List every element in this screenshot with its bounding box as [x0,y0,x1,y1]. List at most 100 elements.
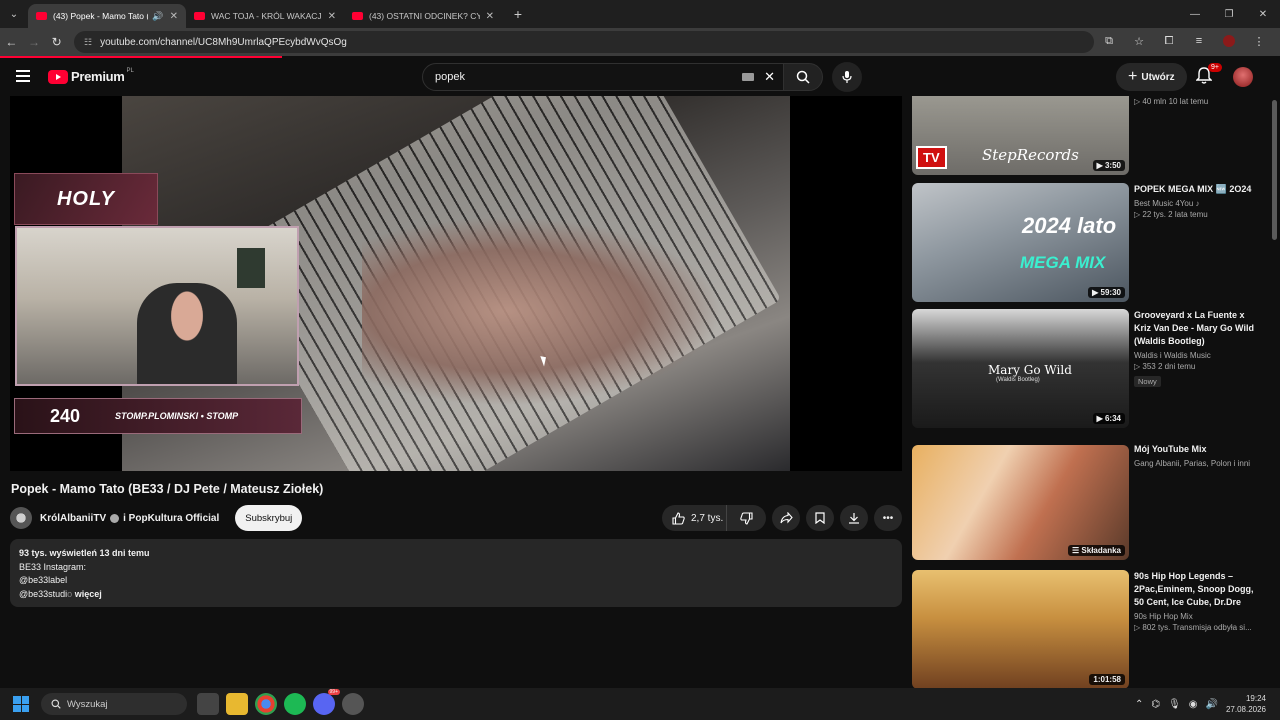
tab-1[interactable]: (43) Popek - Mamo Tato (B 🔊 ✕ [28,4,186,28]
recommendation-info: 90s Hip Hop Legends – 2Pac,Eminem, Snoop… [1134,570,1264,632]
description-line: BE33 Instagram: [19,561,87,572]
chrome-icon[interactable] [255,693,277,715]
extensions-icon[interactable]: ⧠ [1154,35,1184,50]
reload-icon[interactable]: ↻ [45,35,68,49]
create-button[interactable]: + Utwórz [1116,63,1187,91]
volume-icon[interactable]: 🔊 [1206,699,1218,710]
video-title[interactable]: POPEK MEGA MIX 🆕 2O24 [1134,183,1264,196]
close-tab-icon[interactable]: ✕ [170,11,178,22]
more-icon: ••• [882,512,894,524]
clear-search-icon[interactable]: ✕ [764,69,775,85]
youtube-header: Premium PL popek ✕ + Utwórz 9+ [0,58,1280,96]
video-meta: ▷ 22 tys. 2 lata temu [1134,210,1208,219]
video-thumbnail[interactable]: 2024 lato MEGA MIX ▶ 59:30 [912,183,1129,302]
view-stats: 93 tys. wyświetleń 13 dni temu [19,548,150,558]
video-meta: ▷ 802 tys. Transmisja odbyła si... [1134,623,1252,632]
windows-start-icon[interactable] [13,696,29,712]
video-title[interactable]: 90s Hip Hop Legends – 2Pac,Eminem, Snoop… [1134,570,1264,609]
channel-name[interactable]: 90s Hip Hop Mix [1134,612,1264,621]
audio-icon[interactable]: 🔊 [152,11,163,22]
url-field[interactable]: ☷ youtube.com/channel/UC8Mh9UmrlaQPEcybd… [74,31,1095,53]
more-actions-button[interactable]: ••• [874,505,902,531]
like-count: 2,7 tys. [691,512,724,524]
video-player[interactable]: HOLY 240 STOMP.PLOMINSKI • STOMP [10,96,902,471]
music-note-icon: ♪ [1195,199,1200,208]
back-icon[interactable]: ← [0,35,23,49]
new-tab-button[interactable]: + [508,6,528,22]
thumbnail-subtext: (Waldis Bootleg) [996,377,1040,383]
menu-icon[interactable] [16,70,30,85]
save-button[interactable] [806,505,834,531]
discord-icon[interactable]: 99+ [313,689,340,715]
webcam-overlay [15,226,299,386]
video-title[interactable]: Grooveyard x La Fuente x Kriz Van Dee - … [1134,309,1264,348]
wifi-icon[interactable]: ◉ [1189,699,1198,710]
dislike-button[interactable] [726,505,766,531]
hands-image [362,216,722,406]
tab-2[interactable]: WAC TOJA - KRÓL WAKACJI (O ✕ [186,4,344,28]
recommendation-info: POPEK MEGA MIX 🆕 2O24 Best Music 4You ♪ … [1134,183,1264,219]
video-title: Popek - Mamo Tato (BE33 / DJ Pete / Mate… [11,482,324,496]
browser-tab-bar: ⌄ (43) Popek - Mamo Tato (B 🔊 ✕ WAC TOJA… [0,0,1280,28]
video-thumbnail[interactable]: Mary Go Wild (Waldis Bootleg) ▶ 6:34 [912,309,1129,428]
channel-name[interactable]: Waldis i Waldis Music [1134,351,1264,360]
notifications-button[interactable]: 9+ [1195,63,1222,87]
mix-thumbnail[interactable]: ☰ Składanka [912,445,1129,560]
close-tab-icon[interactable]: ✕ [328,11,336,22]
tray-chevron-icon[interactable]: ⌃ [1135,699,1143,710]
verified-icon [110,513,120,523]
taskbar-search[interactable]: Wyszukaj [41,693,187,715]
collab-channel[interactable]: i PopKultura Official [123,513,219,524]
video-meta: ▷ 353 2 dni temu [1134,362,1196,371]
avatar[interactable] [1233,67,1253,87]
settings-app-icon[interactable] [342,693,364,715]
clock[interactable]: 19:24 27.08.2026 [1226,693,1266,715]
channel-name[interactable]: Best Music 4You ♪ [1134,199,1264,208]
overlay-count: 240 [49,405,81,426]
video-thumbnail[interactable]: 1:01:58 [912,570,1129,689]
thumbnail-text: Mary Go Wild [988,363,1072,377]
install-app-icon[interactable]: ⧉ [1094,35,1124,50]
close-window-icon[interactable]: ✕ [1246,9,1280,20]
site-info-icon[interactable]: ☷ [84,37,92,48]
page-scrollbar[interactable] [1272,100,1277,240]
close-tab-icon[interactable]: ✕ [486,11,494,22]
media-control-icon[interactable]: ≡ [1184,35,1214,50]
download-icon [849,513,859,524]
subscribe-button[interactable]: Subskrybuj [235,505,303,531]
os-taskbar: Wyszukaj 99+ ⌃ ⌬ 🎙 ◉ 🔊 19:24 27.08.2026 [0,688,1280,720]
search-input[interactable]: popek ✕ [422,63,786,91]
profile-icon[interactable] [1214,34,1244,50]
tab-search-icon[interactable]: ⌄ [0,0,28,28]
show-more-link[interactable]: więcej [75,589,102,599]
recommendation-info: Grooveyard x La Fuente x Kriz Van Dee - … [1134,309,1264,389]
download-button[interactable] [840,505,868,531]
channel-avatar[interactable] [10,507,32,529]
restore-icon[interactable]: ❐ [1212,9,1246,20]
video-thumbnail[interactable]: TV StepRecords ▶ 3:50 [912,96,1129,175]
voice-search-button[interactable] [832,62,862,92]
file-explorer-icon[interactable] [226,693,248,715]
youtube-favicon-icon [36,12,47,20]
search-button[interactable] [783,63,823,91]
tab-3[interactable]: (43) OSTATNI ODCINEK? CYPE ✕ [344,4,502,28]
browser-menu-icon[interactable]: ⋮ [1244,35,1274,50]
youtube-logo[interactable]: Premium PL [48,68,134,84]
like-button[interactable]: 2,7 tys. [662,505,727,531]
description-line-3: @be33studio więcej [19,588,893,602]
share-button[interactable] [772,505,800,531]
channel-name[interactable]: KrólAlbaniiTV [40,513,106,524]
stream-overlay-bar: 240 STOMP.PLOMINSKI • STOMP [14,398,302,434]
spotify-icon[interactable] [284,693,306,715]
description-text: @be33studi [19,588,68,599]
minimize-icon[interactable]: — [1178,9,1212,20]
task-view-icon[interactable] [197,693,219,715]
description-box[interactable]: 93 tys. wyświetleń 13 dni temu BE33 Inst… [10,539,902,607]
mic-tray-icon[interactable]: 🎙 [1168,699,1181,710]
microphone-icon [842,71,852,83]
forward-icon[interactable]: → [23,35,46,49]
network-icon[interactable]: ⌬ [1151,699,1160,710]
mix-title[interactable]: Mój YouTube Mix [1134,443,1264,456]
keyboard-icon[interactable] [742,73,755,81]
bookmark-star-icon[interactable]: ☆ [1124,35,1154,50]
